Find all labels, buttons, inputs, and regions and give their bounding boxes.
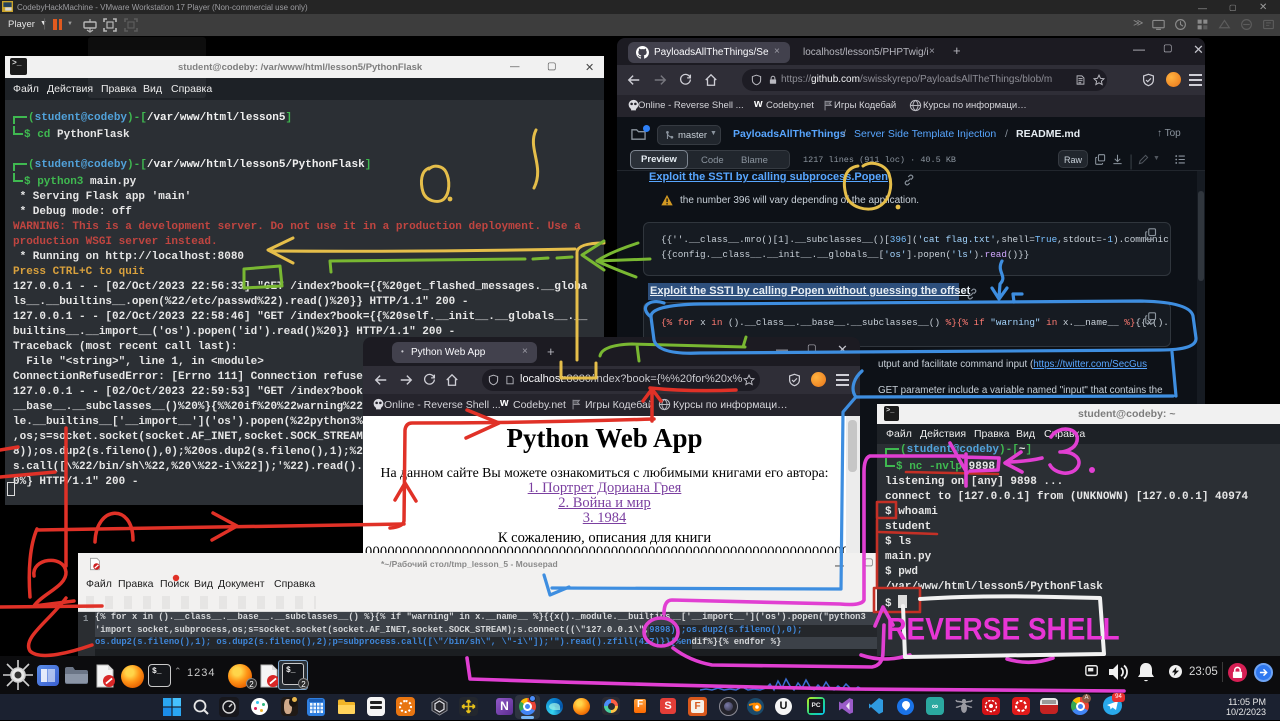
svg-text:REVERSE SHELL: REVERSE SHELL <box>886 612 1119 647</box>
